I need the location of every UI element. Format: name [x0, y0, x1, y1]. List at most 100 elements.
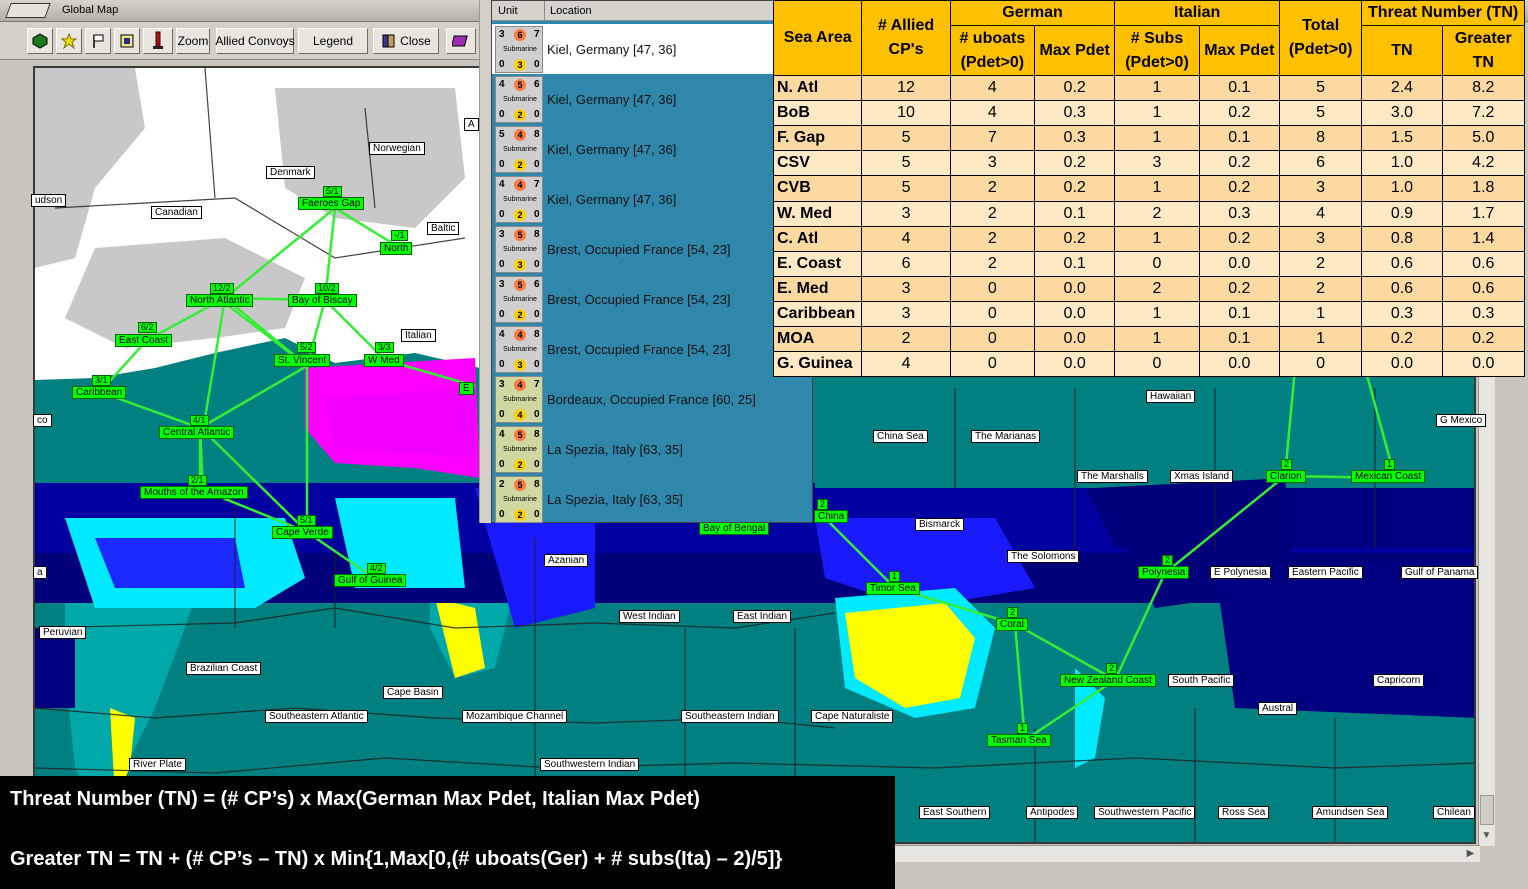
map-active-region-label[interactable]: Mouths of the Amazon [140, 486, 248, 499]
map-active-region-label[interactable]: Faeroes Gap [298, 197, 365, 210]
map-active-region-label[interactable]: Tasman Sea [987, 734, 1051, 747]
map-region-label[interactable]: Gulf of Panama [1401, 566, 1479, 579]
map-region-label[interactable]: Norwegian [369, 142, 425, 155]
map-region-label[interactable]: Southeastern Atlantic [265, 710, 368, 723]
map-region-label[interactable]: China Sea [873, 430, 928, 443]
unit-row[interactable]: 4 4 7 Submarine 0 2 0 Kiel, Germany [47, 36] [492, 174, 814, 224]
map-region-label[interactable]: E Polynesia [1210, 566, 1271, 579]
map-region-label[interactable]: Eastern Pacific [1288, 566, 1363, 579]
map-region-label[interactable]: Ross Sea [1218, 806, 1270, 819]
region-count-badge: 5/1 [297, 515, 316, 526]
th-sea-area: Sea Area [772, 0, 863, 77]
map-region-label[interactable]: Cape Naturaliste [811, 710, 894, 723]
scroll-right-icon[interactable]: ▶ [1463, 846, 1478, 861]
map-active-region-label[interactable]: Cape Verde [272, 526, 333, 539]
book-icon[interactable] [446, 28, 476, 54]
unit-row[interactable]: 4 4 8 Submarine 0 3 0 Brest, Occupied France [5… [492, 324, 814, 374]
close-button[interactable]: Close [373, 28, 439, 54]
map-region-label[interactable]: East Southern [919, 806, 991, 819]
map-region-label[interactable]: The Marianas [971, 430, 1041, 443]
map-active-region-label[interactable]: China [814, 510, 849, 523]
unit-tr-value: 7 [534, 29, 540, 40]
map-active-region-label[interactable]: North Atlantic [186, 294, 254, 307]
map-region-label[interactable]: Southeastern Indian [681, 710, 779, 723]
map-region-label[interactable]: Hawaiian [1146, 390, 1196, 403]
map-active-region-label[interactable]: Bay of Biscay [288, 294, 357, 307]
map-active-region-label[interactable]: Mexican Coast [1351, 470, 1426, 483]
table-cell: 4 [1278, 200, 1363, 227]
map-region-label[interactable]: East Indian [733, 610, 792, 623]
location-column-header[interactable]: Location [550, 5, 592, 17]
map-region-label[interactable]: Mozambique Channel [462, 710, 568, 723]
formula-greater-tn: Greater TN = TN + (# CP’s – TN) x Min{1,… [10, 848, 783, 870]
map-active-region-label[interactable]: Timor Sea [866, 582, 920, 595]
window-menu-icon[interactable] [5, 3, 51, 18]
map-region-label[interactable]: Brazilian Coast [186, 662, 262, 675]
map-region-label[interactable]: Peruvian [39, 626, 87, 639]
map-active-region-label[interactable]: St. Vincent [274, 354, 331, 367]
unit-list-scrollbar[interactable] [479, 0, 491, 523]
flag-icon[interactable] [85, 28, 111, 54]
map-region-label[interactable]: udson [31, 194, 67, 207]
map-region-label[interactable]: River Plate [129, 758, 186, 771]
legend-button[interactable]: Legend [298, 28, 368, 54]
map-region-label[interactable]: A [464, 118, 479, 131]
map-active-region-label[interactable]: Coral [996, 618, 1028, 631]
unit-bc-value: 2 [514, 159, 526, 171]
map-region-label[interactable]: Antipodes [1026, 806, 1079, 819]
star-icon[interactable] [56, 28, 82, 54]
unit-row[interactable]: 4 5 8 Submarine 0 2 0 La Spezia, Italy [63, 35] [492, 424, 814, 474]
unit-column-header[interactable]: Unit [498, 5, 518, 17]
vertical-scroll-thumb[interactable] [1480, 795, 1494, 825]
unit-row[interactable]: 3 5 8 Submarine 0 3 0 Brest, Occupied France [5… [492, 224, 814, 274]
map-region-label[interactable]: Italian [401, 329, 436, 342]
map-active-region-label[interactable]: Clarion [1266, 470, 1306, 483]
unit-row[interactable]: 3 5 6 Submarine 0 2 0 Brest, Occupied France [5… [492, 274, 814, 324]
map-region-label[interactable]: Southwestern Indian [540, 758, 640, 771]
map-region-label[interactable]: The Solomons [1007, 550, 1080, 563]
filter-icon[interactable] [114, 28, 140, 54]
map-region-label[interactable]: co [33, 414, 52, 427]
map-active-region-label[interactable]: North [380, 242, 413, 255]
map-active-region-label[interactable]: E [459, 382, 474, 395]
map-region-label[interactable]: The Marshalls [1077, 470, 1148, 483]
allied-convoys-button[interactable]: Allied Convoys [215, 28, 295, 54]
table-cell: 12 [861, 75, 951, 102]
map-active-region-label[interactable]: Caribbean [72, 386, 127, 399]
map-region-label[interactable]: Bismarck [915, 518, 965, 531]
unit-row[interactable]: 5 4 8 Submarine 0 2 0 Kiel, Germany [47, 36] [492, 124, 814, 174]
map-region-label[interactable]: Azanian [544, 554, 589, 567]
unit-row[interactable]: 2 5 8 Submarine 0 2 0 La Spezia, Italy [63, 35] [492, 474, 814, 524]
pen-icon[interactable] [143, 28, 173, 54]
table-cell: 10 [861, 100, 951, 127]
map-active-region-label[interactable]: Polynesia [1138, 566, 1190, 579]
map-region-label[interactable]: Chilean [1433, 806, 1475, 819]
unit-row[interactable]: 4 5 6 Submarine 0 2 0 Kiel, Germany [47, 36] [492, 74, 814, 124]
unit-row[interactable]: 3 4 7 Submarine 0 4 0 Bordeaux, Occupied France… [492, 374, 814, 424]
map-region-label[interactable]: Canadian [151, 206, 202, 219]
map-active-region-label[interactable]: East Coast [115, 334, 172, 347]
map-region-label[interactable]: G Mexico [1436, 414, 1487, 427]
map-region-label[interactable]: West Indian [619, 610, 680, 623]
unit-bc-value: 4 [514, 409, 526, 421]
map-active-region-label[interactable]: Central Atlantic [159, 426, 235, 439]
map-region-label[interactable]: Cape Basin [383, 686, 443, 699]
map-region-label[interactable]: a [33, 566, 47, 579]
map-active-region-label[interactable]: New Zealand Coast [1060, 674, 1156, 687]
zoom-button[interactable]: Zoom [176, 28, 210, 54]
map-region-label[interactable]: Austral [1258, 702, 1298, 715]
map-region-label[interactable]: Southwestern Pacific [1094, 806, 1196, 819]
unit-row[interactable]: 3 6 7 Submarine 0 3 0 Kiel, Germany [47, 36] [492, 24, 814, 74]
unit-bc-value: 2 [514, 459, 526, 471]
hex-icon[interactable] [27, 28, 53, 54]
map-region-label[interactable]: Xmas Island [1170, 470, 1234, 483]
map-active-region-label[interactable]: W Med [364, 354, 404, 367]
map-region-label[interactable]: Denmark [266, 166, 315, 179]
map-region-label[interactable]: South Pacific [1168, 674, 1235, 687]
horizontal-scrollbar[interactable]: ▶ [895, 845, 1480, 862]
map-active-region-label[interactable]: Gulf of Guinea [334, 574, 407, 587]
map-region-label[interactable]: Baltic [427, 222, 460, 235]
map-region-label[interactable]: Capricorn [1373, 674, 1425, 687]
scroll-down-icon[interactable]: ▼ [1479, 828, 1494, 843]
map-region-label[interactable]: Amundsen Sea [1312, 806, 1389, 819]
